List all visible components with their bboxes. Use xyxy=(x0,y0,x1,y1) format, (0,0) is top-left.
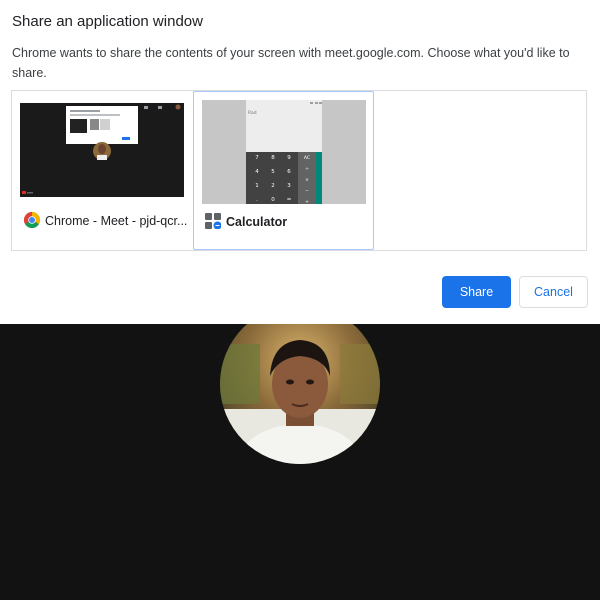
calculator-key: 3 xyxy=(287,183,291,189)
calculator-window-thumbnail: Rad 7 8 9 4 5 6 1 2 3. 0 = AC ÷ × − + xyxy=(202,100,366,205)
calculator-key: 5 xyxy=(271,169,275,175)
calculator-key: 1 xyxy=(255,183,259,189)
share-button[interactable]: Share xyxy=(442,276,511,308)
calculator-key: = xyxy=(287,197,292,203)
calculator-key: 2 xyxy=(271,183,275,189)
calculator-operator-key: − xyxy=(305,189,309,194)
calculator-key: 8 xyxy=(271,155,275,161)
calculator-key: 4 xyxy=(255,169,259,175)
calculator-operator-key: ÷ xyxy=(305,167,309,172)
window-tile-meet[interactable]: Chrome - Meet - pjd-qcr... xyxy=(12,91,193,250)
calculator-key: 7 xyxy=(255,155,259,161)
calculator-operator-key: + xyxy=(305,199,309,204)
share-window-dialog: Share an application window Chrome wants… xyxy=(0,0,600,324)
window-picker: Chrome - Meet - pjd-qcr... Rad 7 8 9 4 5 6 1 2 3… xyxy=(11,90,587,251)
calculator-key: 0 xyxy=(271,197,275,203)
chrome-icon xyxy=(23,211,41,231)
dialog-title: Share an application window xyxy=(12,13,203,30)
window-tile-calculator-label: Calculator xyxy=(205,212,287,232)
dialog-description: Chrome wants to share the contents of yo… xyxy=(12,46,570,80)
calculator-operator-key: × xyxy=(305,177,309,183)
calculator-key: 6 xyxy=(287,169,291,175)
calculator-operator-key: AC xyxy=(304,155,310,161)
calculator-display-text: Rad xyxy=(248,110,257,116)
calculator-key: . xyxy=(256,197,258,203)
meet-window-thumbnail xyxy=(20,103,184,197)
window-title-meet: Chrome - Meet - pjd-qcr... xyxy=(45,214,188,228)
participant-avatar xyxy=(220,304,380,464)
cancel-button[interactable]: Cancel xyxy=(519,276,588,308)
calculator-icon xyxy=(205,212,222,232)
window-tile-calculator[interactable]: Rad 7 8 9 4 5 6 1 2 3. 0 = AC ÷ × − + Ca… xyxy=(193,91,374,250)
calculator-key: 9 xyxy=(287,155,291,161)
window-tile-meet-label: Chrome - Meet - pjd-qcr... xyxy=(23,211,188,231)
window-title-calculator: Calculator xyxy=(226,215,288,229)
